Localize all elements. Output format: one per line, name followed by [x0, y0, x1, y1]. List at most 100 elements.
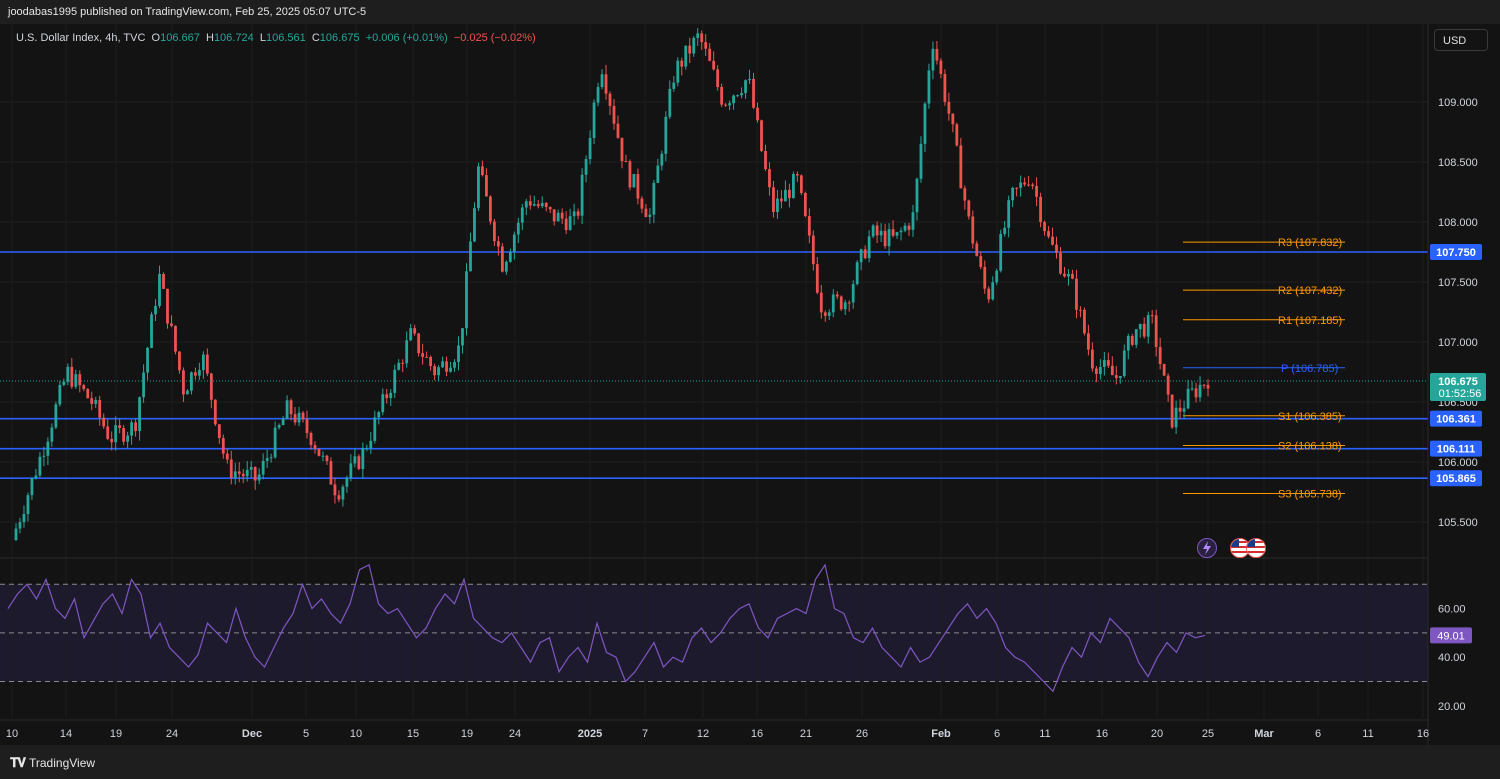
time-tick-label: 2025	[578, 728, 602, 740]
candle-body	[249, 467, 253, 470]
candle-body	[70, 366, 74, 387]
candle-body	[811, 235, 815, 265]
candle-body	[229, 459, 233, 479]
candle-body	[441, 361, 444, 368]
candle-body	[819, 292, 823, 313]
candle-body	[82, 385, 86, 389]
candle-body	[1130, 335, 1134, 345]
candle-body	[349, 463, 353, 478]
us-flag-icon[interactable]	[1246, 538, 1266, 558]
time-tick-label: 20	[1151, 728, 1163, 740]
candle-body	[162, 273, 165, 289]
open-value: 106.667	[160, 32, 200, 44]
symbol-name: U.S. Dollar Index, 4h, TVC	[16, 32, 146, 44]
candle-body	[1098, 367, 1102, 375]
footer-bar	[0, 745, 1500, 779]
lightning-icon[interactable]	[1197, 538, 1217, 558]
candle-body	[632, 174, 636, 188]
tradingview-logo[interactable]: 𝐓𝐕 TradingView	[10, 755, 95, 771]
candle-body	[724, 104, 728, 106]
candle-body	[1138, 323, 1142, 330]
candle-body	[269, 457, 273, 459]
candle-body	[648, 214, 652, 217]
candle-body	[951, 113, 955, 125]
candle-body	[780, 198, 783, 202]
candle-body	[795, 174, 799, 176]
candle-body	[664, 116, 668, 154]
candle-body	[772, 187, 775, 213]
candle-body	[1186, 388, 1190, 409]
candle-body	[261, 460, 265, 475]
time-tick-label: 6	[1315, 728, 1321, 740]
candle-body	[241, 473, 245, 477]
candle-body	[843, 302, 847, 310]
candle-body	[1003, 227, 1007, 234]
candle-body	[1023, 182, 1027, 185]
candle-body	[58, 384, 62, 405]
price-tick-label: 107.500	[1438, 277, 1478, 289]
candle-body	[851, 284, 855, 303]
candle-body	[1110, 365, 1114, 376]
candle-body	[281, 418, 285, 426]
symbol-legend[interactable]: U.S. Dollar Index, 4h, TVC O106.667 H106…	[16, 32, 536, 44]
candle-body	[1051, 236, 1054, 245]
candle-body	[636, 174, 640, 199]
candle-body	[867, 236, 871, 259]
candle-body	[381, 394, 385, 413]
candle-body	[473, 208, 476, 242]
candle-body	[34, 475, 38, 479]
candle-body	[469, 241, 472, 272]
time-tick-label: 7	[642, 728, 648, 740]
candle-body	[253, 467, 257, 481]
candle-body	[1067, 273, 1070, 277]
candle-body	[784, 189, 787, 202]
candle-body	[588, 138, 592, 160]
candle-body	[1174, 407, 1178, 428]
candle-body	[1202, 384, 1206, 386]
candle-body	[979, 256, 983, 267]
candle-body	[712, 60, 716, 70]
candle-body	[939, 60, 943, 74]
candle-body	[154, 305, 157, 315]
candle-body	[580, 174, 584, 216]
candle-body	[700, 33, 704, 43]
candle-body	[628, 161, 632, 188]
candle-body	[496, 241, 500, 247]
candle-body	[90, 398, 94, 404]
candle-body	[576, 211, 580, 216]
candle-body	[429, 356, 433, 367]
price-tick-label: 108.500	[1438, 157, 1478, 169]
currency-button[interactable]: USD	[1434, 29, 1488, 51]
candle-body	[134, 422, 137, 432]
candle-body	[110, 438, 114, 443]
candle-body	[389, 392, 393, 399]
candle-body	[489, 196, 492, 222]
candle-body	[600, 74, 604, 88]
candle-body	[201, 354, 205, 371]
candle-body	[592, 102, 596, 139]
candle-body	[883, 230, 887, 247]
time-tick-label: 16	[751, 728, 763, 740]
candle-body	[357, 456, 361, 469]
candle-body	[66, 366, 70, 382]
candle-body	[170, 323, 173, 326]
candle-body	[1102, 360, 1106, 368]
candle-body	[696, 33, 700, 39]
candle-body	[293, 414, 297, 423]
candle-body	[213, 399, 217, 425]
candle-body	[142, 372, 145, 398]
chart-canvas[interactable]: R3 (107.832) R2 (107.432) R1 (107.185) P (1…	[0, 0, 1500, 779]
candle-body	[182, 370, 185, 395]
candle-body	[329, 461, 333, 485]
candle-body	[197, 370, 201, 376]
candle-body	[1162, 363, 1166, 376]
time-tick-label: 24	[166, 728, 178, 740]
candle-body	[150, 314, 153, 348]
candle-body	[688, 45, 692, 54]
level-price-label: 106.111	[1437, 444, 1476, 456]
candle-body	[676, 60, 680, 83]
candle-body	[879, 230, 883, 236]
time-tick-label: 14	[60, 728, 72, 740]
candle-body	[728, 103, 732, 106]
candle-body	[935, 48, 939, 61]
